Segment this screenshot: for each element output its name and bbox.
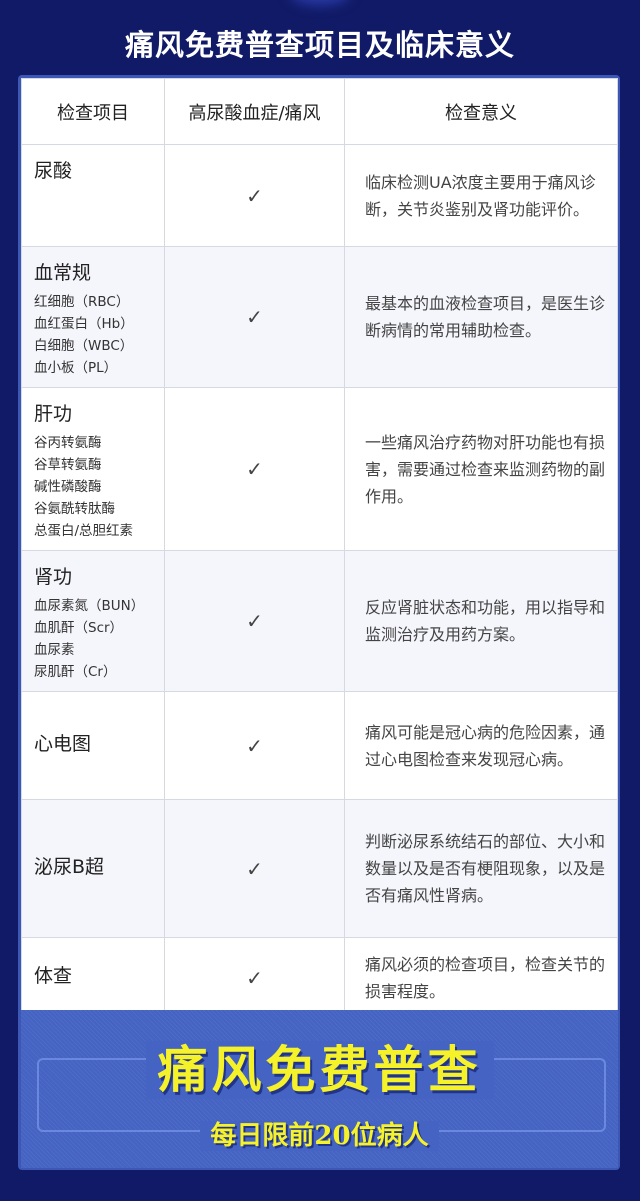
- banner-title-text: 痛风免费普查: [145, 1041, 494, 1099]
- item-name: 泌尿B超: [34, 855, 105, 878]
- item-name: 心电图: [34, 732, 92, 755]
- cell-item: 血常规红细胞（RBC） 血红蛋白（Hb） 白细胞（WBC） 血小板（PL）: [21, 246, 165, 388]
- item-subtests: 红细胞（RBC） 血红蛋白（Hb） 白细胞（WBC） 血小板（PL）: [34, 294, 134, 376]
- header-condition: 高尿酸血症/痛风: [164, 78, 345, 145]
- item-name: 尿酸: [34, 160, 73, 182]
- table-row: 血常规 红细胞（RBC） 血红蛋白（Hb） 白细胞（WBC） 血小板（PL） ✓ 最基…: [21, 246, 618, 388]
- cell-item: 尿酸: [21, 144, 165, 247]
- cell-item: 肾功血尿素氮（BUN） 血肌酐（Scr） 血尿素 尿肌酐（Cr）: [21, 550, 165, 692]
- table-row: 体查 ✓ 痛风必须的检查项目，检查关节的损害程度。: [21, 937, 618, 1018]
- check-mark-icon: ✓: [164, 691, 345, 800]
- promo-banner: 痛风免费普查 每日限前20位病人: [21, 1010, 618, 1168]
- cell-item: 心电图: [21, 691, 165, 800]
- cell-item: 肝功谷丙转氨酶 谷草转氨酶 碱性磷酸酶 谷氨酰转肽酶 总蛋白/总胆红素: [21, 387, 165, 551]
- table-row: 尿酸 ✓ 临床检测UA浓度主要用于痛风诊断，关节炎鉴别及肾功能评价。: [21, 144, 618, 247]
- item-name: 血常规: [34, 262, 92, 284]
- item-name: 体查: [34, 964, 73, 987]
- checkup-table: 检查项目 高尿酸血症/痛风 检查意义 尿酸 ✓ 临床检测UA浓度主要用于痛风诊断，关…: [21, 78, 618, 1018]
- page-title: 痛风免费普查项目及临床意义: [124, 28, 515, 62]
- item-subtests: 血尿素氮（BUN） 血肌酐（Scr） 血尿素 尿肌酐（Cr）: [34, 598, 145, 680]
- table-header-row: 检查项目 高尿酸血症/痛风 检查意义: [21, 78, 618, 145]
- cell-meaning: 判断泌尿系统结石的部位、大小和数量以及是否有梗阻现象，以及是否有痛风性肾病。: [344, 799, 618, 938]
- check-mark-icon: ✓: [164, 387, 345, 551]
- banner-title: 痛风免费普查: [21, 1030, 618, 1102]
- table-row: 泌尿B超 ✓ 判断泌尿系统结石的部位、大小和数量以及是否有梗阻现象，以及是否有痛风性…: [21, 799, 618, 938]
- cell-meaning: 临床检测UA浓度主要用于痛风诊断，关节炎鉴别及肾功能评价。: [344, 144, 618, 247]
- table-row: 肾功血尿素氮（BUN） 血肌酐（Scr） 血尿素 尿肌酐（Cr） ✓ 反应肾脏状态和…: [21, 550, 618, 692]
- cell-item: 体查: [21, 937, 165, 1018]
- item-name: 肝功: [34, 403, 73, 425]
- banner-subtitle: 每日限前20位病人: [21, 1115, 618, 1152]
- table-row: 肝功 谷丙转氨酶 谷草转氨酶 碱性磷酸酶 谷氨酰转肽酶 总蛋白/总胆红素 ✓ 一些痛风…: [21, 387, 618, 551]
- check-mark-icon: ✓: [164, 144, 345, 247]
- cell-meaning: 反应肾脏状态和功能，用以指导和监测治疗及用药方案。: [344, 550, 618, 692]
- header-meaning: 检查意义: [344, 78, 618, 145]
- check-mark-icon: ✓: [164, 550, 345, 692]
- check-mark-icon: ✓: [164, 799, 345, 938]
- cell-item: 泌尿B超: [21, 799, 165, 938]
- item-subtests: 谷丙转氨酶 谷草转氨酶 碱性磷酸酶 谷氨酰转肽酶 总蛋白/总胆红素: [34, 435, 134, 539]
- table-row: 心电图 ✓ 痛风可能是冠心病的危险因素，通过心电图检查来发现冠心病。: [21, 691, 618, 800]
- check-mark-icon: ✓: [164, 246, 345, 388]
- check-mark-icon: ✓: [164, 937, 345, 1018]
- item-name: 肾功: [34, 566, 73, 588]
- header-item: 检查项目: [21, 78, 165, 145]
- banner-subtitle-text: 每日限前20位病人: [200, 1121, 439, 1151]
- cell-meaning: 一些痛风治疗药物对肝功能也有损害，需要通过检查来监测药物的副作用。: [344, 387, 618, 551]
- top-glow: [290, 0, 350, 5]
- cell-meaning: 痛风可能是冠心病的危险因素，通过心电图检查来发现冠心病。: [344, 691, 618, 800]
- cell-meaning: 最基本的血液检查项目，是医生诊断病情的常用辅助检查。: [344, 246, 618, 388]
- cell-meaning: 痛风必须的检查项目，检查关节的损害程度。: [344, 937, 618, 1018]
